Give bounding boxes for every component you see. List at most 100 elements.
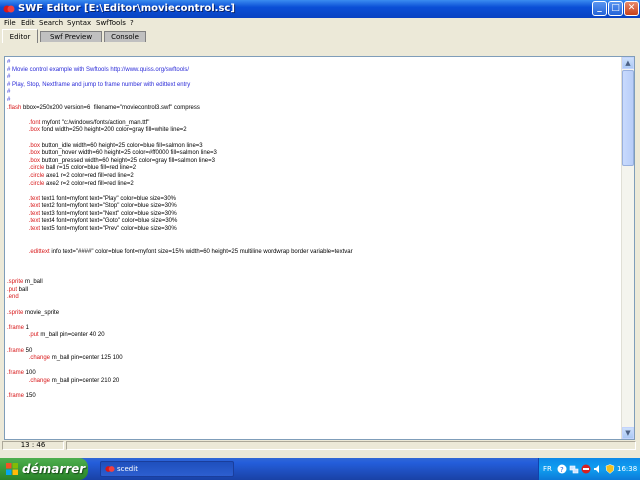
code-token: .end <box>7 294 19 301</box>
code-token: .frame <box>7 324 25 331</box>
code-line: .frame 1 <box>7 325 623 333</box>
code-token: m_ball <box>23 279 43 286</box>
language-indicator[interactable]: FR <box>543 458 552 480</box>
vertical-scrollbar[interactable]: ▲ ▼ <box>621 57 634 439</box>
menu-syntax[interactable]: Syntax <box>67 18 91 29</box>
code-token: 1 <box>24 324 30 331</box>
security-icon[interactable] <box>605 464 615 474</box>
code-token: button_hover width=60 height=25 color=#f… <box>40 150 217 157</box>
code-token: .frame <box>7 347 25 354</box>
code-line: .text text3 font=myfont text="Next" colo… <box>7 211 623 219</box>
tab-swf-preview[interactable]: Swf Preview <box>40 31 102 42</box>
maximize-button[interactable]: □ <box>608 1 623 16</box>
code-line: # <box>7 74 623 82</box>
code-token: .frame <box>7 370 25 377</box>
code-token: .put <box>28 332 39 339</box>
code-line: .end <box>7 294 623 302</box>
code-token: .flash <box>7 104 22 111</box>
code-token: .text <box>28 226 41 233</box>
code-token: .change <box>28 377 51 384</box>
menu-swftools[interactable]: SwfTools <box>96 18 126 29</box>
menu-file[interactable]: File <box>4 18 16 29</box>
code-token: .change <box>28 355 51 362</box>
app-icon <box>105 466 115 472</box>
scroll-up-button[interactable]: ▲ <box>622 57 634 69</box>
code-token: text2 font=myfont text="Stop" color=blue… <box>40 203 177 210</box>
code-editor[interactable]: # # Movie control example with Swftools h… <box>4 56 635 440</box>
code-token: info text="####" color=blue font=myfont … <box>49 248 353 255</box>
code-token: .text <box>28 210 41 217</box>
system-tray: FR ? 16:38 <box>538 458 640 480</box>
code-token: .box <box>28 150 41 157</box>
code-line: # Play, Stop, Nextframe and jump to fram… <box>7 82 623 90</box>
code-line: .sprite m_ball <box>7 279 623 287</box>
status-bar: 13 : 46 <box>0 440 640 451</box>
antivirus-icon[interactable] <box>581 464 591 474</box>
code-line: .frame 100 <box>7 370 623 378</box>
code-token: movie_sprite <box>23 309 60 316</box>
help-icon[interactable]: ? <box>557 464 567 474</box>
network-icon[interactable] <box>569 464 579 474</box>
code-token: # Movie control example with Swftools ht… <box>7 66 190 73</box>
code-token: .circle <box>28 172 45 179</box>
code-token: 50 <box>24 347 33 354</box>
tab-console[interactable]: Console <box>104 31 146 42</box>
code-line: .change m_ball pin=center 210 20 <box>7 378 623 386</box>
minimize-button[interactable]: _ <box>592 1 607 16</box>
title-bar[interactable]: SWF Editor [E:\Editor\moviecontrol.sc] _… <box>0 0 640 18</box>
code-token: # <box>7 59 11 65</box>
tab-editor[interactable]: Editor <box>2 29 38 43</box>
code-line: .flash bbox=250x200 version=6 filename="… <box>7 105 623 113</box>
scroll-thumb[interactable] <box>622 70 634 166</box>
menu-search[interactable]: Search <box>39 18 63 29</box>
code-line: .box button_idle width=60 height=25 colo… <box>7 143 623 151</box>
menu-bar: File Edit Search Syntax SwfTools ? <box>0 18 640 29</box>
code-token: fond width=250 height=200 color=gray fil… <box>40 127 187 134</box>
code-line: .box button_hover width=60 height=25 col… <box>7 150 623 158</box>
code-token: .circle <box>28 180 45 187</box>
start-button[interactable]: démarrer <box>0 458 88 480</box>
menu-help[interactable]: ? <box>130 18 134 29</box>
code-token: button_pressed width=60 height=25 color=… <box>40 157 215 164</box>
code-line: .frame 50 <box>7 348 623 356</box>
code-token: 150 <box>24 393 36 400</box>
close-button[interactable]: ✕ <box>624 1 639 16</box>
code-token: myfont "c:/windows/fonts/action_man.ttf" <box>40 119 150 126</box>
taskbar-item-label: scedit <box>117 465 138 473</box>
code-line: .frame 150 <box>7 393 623 401</box>
code-token: .frame <box>7 393 25 400</box>
scroll-down-button[interactable]: ▼ <box>622 427 634 439</box>
code-line: # <box>7 59 623 67</box>
code-text-area[interactable]: # # Movie control example with Swftools h… <box>7 59 623 437</box>
window-title: SWF Editor [E:\Editor\moviecontrol.sc] <box>18 3 235 14</box>
cursor-position: 13 : 46 <box>2 441 64 450</box>
clock: 16:38 <box>617 465 638 473</box>
speaker-icon[interactable] <box>593 464 603 474</box>
menu-edit[interactable]: Edit <box>21 18 35 29</box>
code-token: # <box>7 89 11 96</box>
code-line: .sprite movie_sprite <box>7 310 623 318</box>
code-line: .put m_ball pin=center 40 20 <box>7 332 623 340</box>
status-panel <box>66 441 636 450</box>
code-token: .sprite <box>7 309 24 316</box>
code-token: ball r=15 color=blue fill=red line=2 <box>44 165 137 172</box>
code-token: .box <box>28 142 41 149</box>
taskbar-item-scedit[interactable]: scedit <box>100 461 234 477</box>
